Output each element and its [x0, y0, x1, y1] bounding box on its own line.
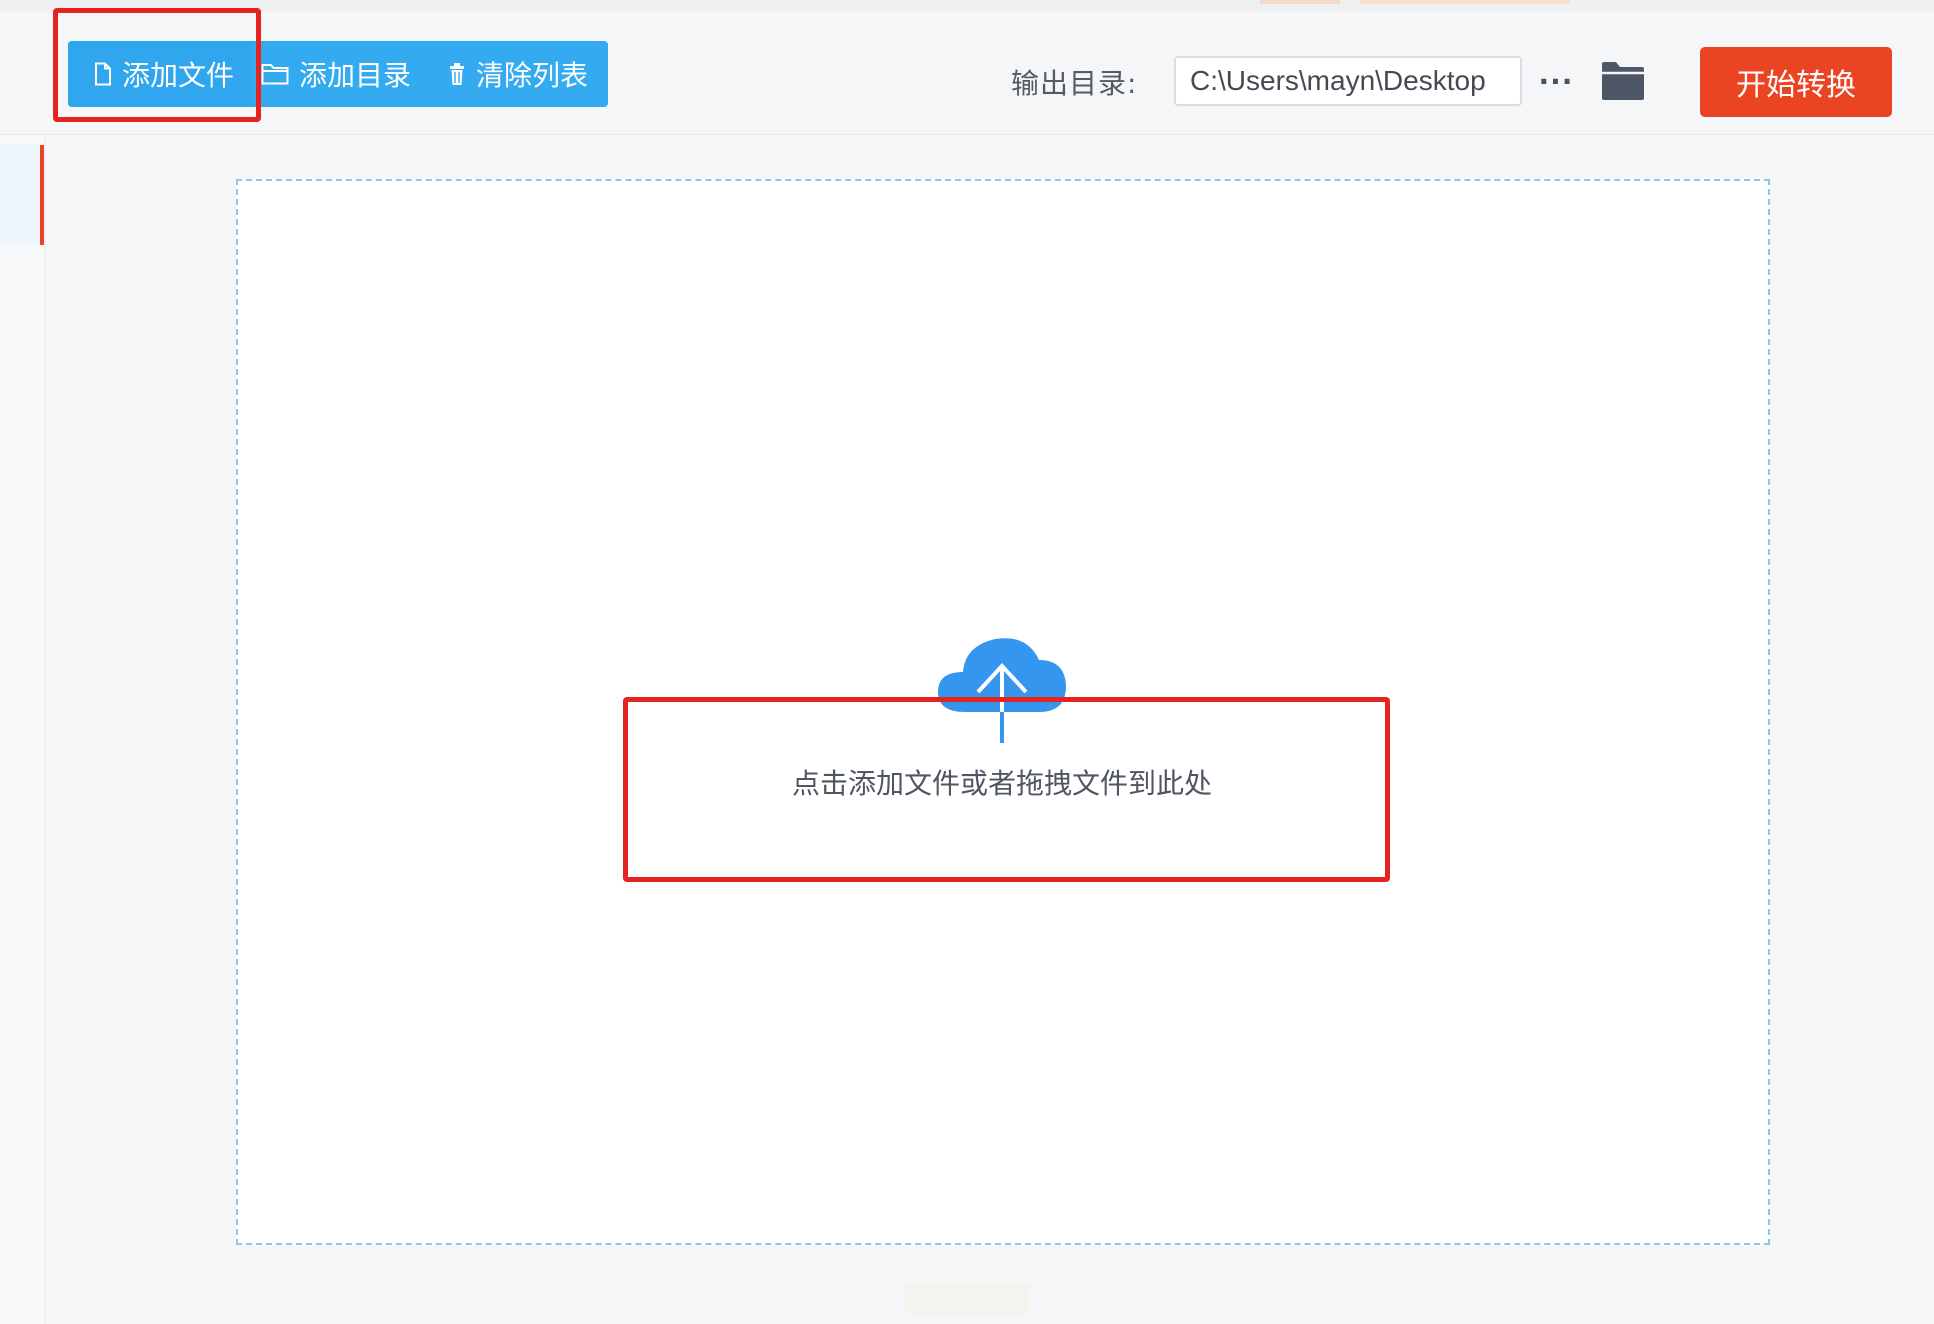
side-rail: [0, 135, 45, 1324]
clear-list-button[interactable]: 清除列表: [428, 41, 608, 107]
add-file-label: 添加文件: [122, 59, 235, 92]
active-indicator: [40, 145, 44, 245]
add-directory-label: 添加目录: [299, 59, 412, 92]
add-directory-button[interactable]: 添加目录: [251, 41, 428, 107]
add-file-button[interactable]: 添加文件: [68, 41, 252, 107]
top-strip: [0, 0, 1934, 12]
start-convert-button[interactable]: 开始转换: [1700, 47, 1892, 117]
drop-zone-hint: 点击添加文件或者拖拽文件到此处: [791, 767, 1212, 800]
file-icon: [94, 62, 112, 86]
folder-icon: [1600, 62, 1646, 106]
trash-icon: [448, 62, 466, 86]
folder-outline-icon: [261, 62, 289, 86]
output-dir-field[interactable]: [1174, 56, 1522, 106]
cloud-upload-icon: [935, 630, 1069, 746]
top-strip-mark: [1360, 0, 1570, 4]
toolbar-button-group: 添加文件 添加目录 清除列表: [68, 41, 609, 107]
clear-list-label: 清除列表: [476, 59, 589, 92]
top-strip-mark: [1260, 0, 1340, 4]
toolbar: 添加文件 添加目录 清除列表 输出目录: C:\Users\mayn\Deskt…: [0, 12, 1934, 135]
side-rail-active-item[interactable]: [0, 145, 44, 245]
app-window: 添加文件 添加目录 清除列表 输出目录: C:\Users\mayn\Deskt…: [0, 0, 1934, 1324]
browse-folder-button[interactable]: [1600, 60, 1646, 102]
output-dir-label: 输出目录:: [1011, 67, 1138, 100]
more-options-button[interactable]: ···: [1536, 58, 1576, 104]
bottom-status-area: [905, 1284, 1030, 1314]
